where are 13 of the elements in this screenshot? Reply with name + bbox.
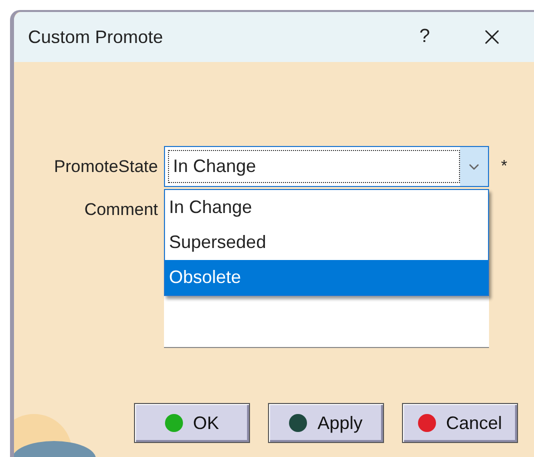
field-label: PromoteState [53,156,159,178]
dropdown-option[interactable]: Superseded [165,225,488,260]
field-label: Comment [83,199,159,221]
promote-state-combo[interactable]: In Change [164,146,489,187]
dropdown-option[interactable]: Obsolete [165,260,488,295]
combo-value: In Change [168,150,460,183]
required-mark: * [501,156,508,176]
help-button[interactable]: ? [419,22,430,52]
dialog-button[interactable]: Apply [268,403,384,443]
dialog-button[interactable]: OK [134,403,250,443]
dropdown-option[interactable]: In Change [165,190,488,225]
dialog-button[interactable]: Cancel [402,403,518,443]
window-title: Custom Promote [28,26,164,48]
